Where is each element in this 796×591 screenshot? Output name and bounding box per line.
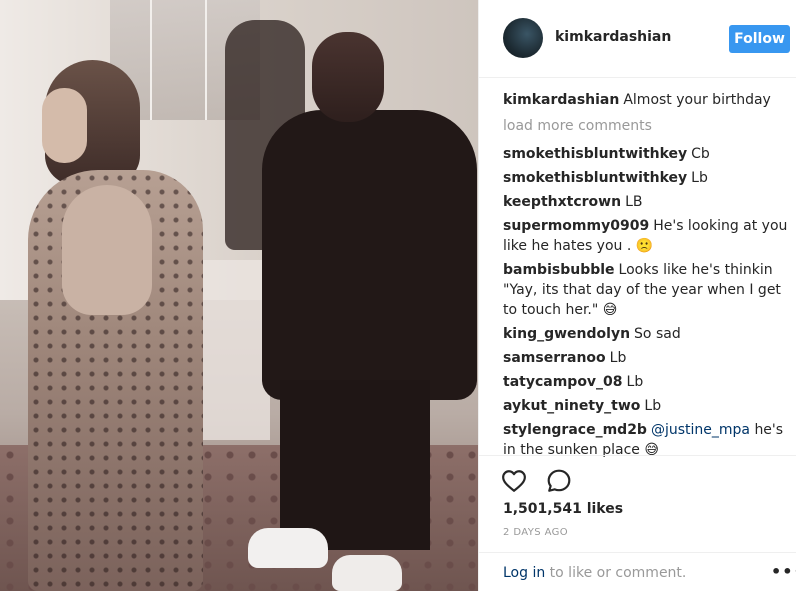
post-photo[interactable]	[0, 0, 478, 591]
comments-list: kimkardashian Almost your birthday load m…	[503, 90, 793, 464]
load-more-comments-link[interactable]: load more comments	[503, 116, 793, 136]
comment-username[interactable]: samserranoo	[503, 350, 606, 366]
comment-icon[interactable]	[546, 468, 572, 494]
comment-text: Lb	[626, 374, 644, 390]
photo-man-head	[312, 32, 384, 122]
caption-text: Almost your birthday	[623, 92, 771, 108]
comment-username[interactable]: tatycampov_08	[503, 374, 623, 390]
comment-text: So sad	[634, 326, 681, 342]
comment-item: smokethisbluntwithkey Cb	[503, 144, 793, 164]
comment-mention-link[interactable]: @justine_mpa	[651, 422, 750, 438]
comment-item: keepthxtcrown LB	[503, 192, 793, 212]
caption: kimkardashian Almost your birthday	[503, 90, 793, 110]
photo-woman-back	[62, 185, 152, 315]
heart-icon[interactable]	[501, 468, 527, 494]
comment-text: LB	[625, 194, 643, 210]
likes-count[interactable]: 1,501,541 likes	[503, 501, 623, 517]
comment-text: Cb	[691, 146, 710, 162]
photo-shoe	[248, 528, 328, 568]
comment-text: Lb	[644, 398, 662, 414]
comment-item: supermommy0909 He's looking at you like h…	[503, 216, 793, 256]
comment-item: tatycampov_08 Lb	[503, 372, 793, 392]
action-icons	[501, 468, 586, 496]
caption-username[interactable]: kimkardashian	[503, 92, 619, 108]
login-prompt-text: Log in to like or comment.	[503, 565, 686, 581]
login-link[interactable]: Log in	[503, 565, 545, 581]
post-timestamp[interactable]: 2 DAYS AGO	[503, 527, 568, 538]
comment-item: king_gwendolyn So sad	[503, 324, 793, 344]
post-side-panel: kimkardashian Follow kimkardashian Almost…	[478, 0, 796, 591]
comment-username[interactable]: aykut_ninety_two	[503, 398, 640, 414]
avatar[interactable]	[503, 18, 543, 58]
comment-text: Lb	[609, 350, 627, 366]
mirror-frame	[205, 0, 207, 120]
comment-username[interactable]: stylengrace_md2b	[503, 422, 647, 438]
author-username[interactable]: kimkardashian	[555, 29, 671, 45]
login-prompt: Log in to like or comment. •••	[479, 552, 796, 591]
comment-username[interactable]: keepthxtcrown	[503, 194, 621, 210]
photo-woman-face	[42, 88, 87, 163]
comment-username[interactable]: smokethisbluntwithkey	[503, 146, 687, 162]
photo-man-jacket	[262, 110, 477, 400]
post-actions: 1,501,541 likes 2 DAYS AGO Log in to lik…	[479, 455, 796, 581]
photo-man-pants	[280, 380, 430, 550]
comment-item: smokethisbluntwithkey Lb	[503, 168, 793, 188]
comment-item: aykut_ninety_two Lb	[503, 396, 793, 416]
comment-username[interactable]: bambisbubble	[503, 262, 615, 278]
comment-text: Lb	[691, 170, 708, 186]
follow-button[interactable]: Follow	[729, 25, 790, 53]
post-header: kimkardashian Follow	[479, 0, 796, 78]
comment-item: stylengrace_md2b @justine_mpa he's in the…	[503, 420, 793, 460]
login-suffix: to like or comment.	[549, 565, 687, 581]
comment-username[interactable]: supermommy0909	[503, 218, 649, 234]
comment-username[interactable]: smokethisbluntwithkey	[503, 170, 687, 186]
mirror-frame	[150, 0, 152, 120]
comment-item: bambisbubble Looks like he's thinkin "Yay…	[503, 260, 793, 320]
more-options-icon[interactable]: •••	[771, 562, 796, 581]
photo-shoe	[332, 555, 402, 591]
comment-username[interactable]: king_gwendolyn	[503, 326, 630, 342]
comment-item: samserranoo Lb	[503, 348, 793, 368]
